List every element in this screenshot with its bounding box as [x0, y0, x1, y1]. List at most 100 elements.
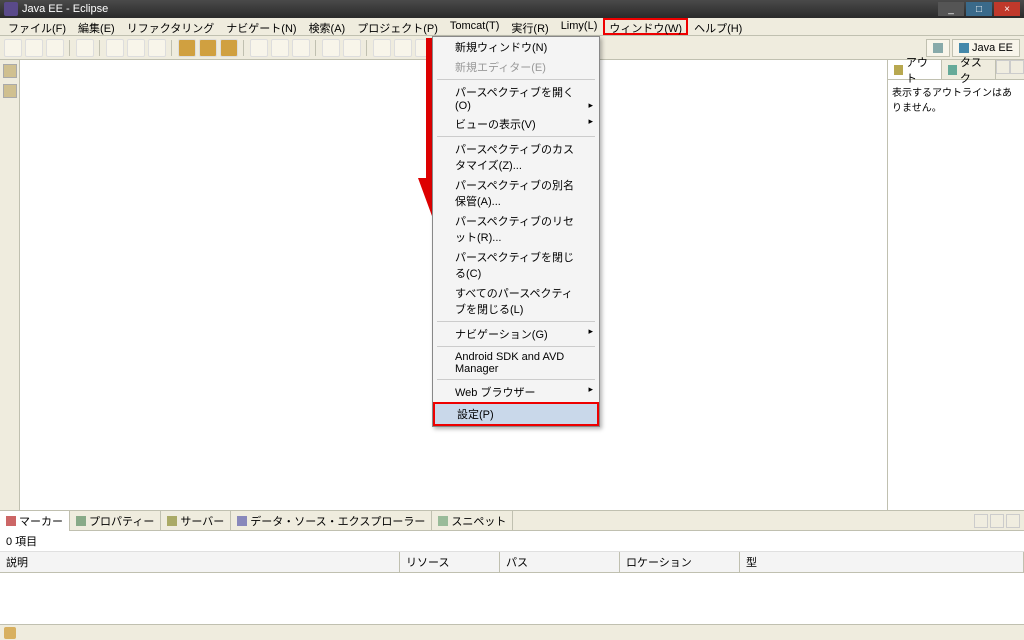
- col-path[interactable]: パス: [500, 552, 620, 572]
- dd-sep: [437, 379, 595, 380]
- tool-save[interactable]: [25, 39, 43, 57]
- tool-sep: [315, 40, 317, 56]
- tab-datasource[interactable]: データ・ソース・エクスプローラー: [231, 511, 432, 531]
- dd-show-view[interactable]: ビューの表示(V): [433, 114, 599, 134]
- tab-markers-label: マーカー: [19, 513, 63, 529]
- tool-saveall[interactable]: [46, 39, 64, 57]
- menu-help[interactable]: ヘルプ(H): [688, 18, 748, 35]
- menu-navigate[interactable]: ナビゲート(N): [220, 18, 302, 35]
- window-title: Java EE - Eclipse: [22, 3, 108, 15]
- dd-android-sdk[interactable]: Android SDK and AVD Manager: [433, 349, 599, 377]
- minimize-button[interactable]: _: [938, 2, 964, 16]
- bottom-panel: マーカー プロパティー サーバー データ・ソース・エクスプローラー スニペット …: [0, 510, 1024, 624]
- tool-new[interactable]: [4, 39, 22, 57]
- col-resource[interactable]: リソース: [400, 552, 500, 572]
- tool-open-type[interactable]: [394, 39, 412, 57]
- javaee-icon: [959, 43, 969, 53]
- menu-file[interactable]: ファイル(F): [2, 18, 72, 35]
- outline-body: 表示するアウトラインはありません。: [888, 80, 1024, 118]
- dd-reset-perspective[interactable]: パースペクティブのリセット(R)...: [433, 211, 599, 247]
- col-description[interactable]: 説明: [0, 552, 400, 572]
- menu-tomcat[interactable]: Tomcat(T): [444, 18, 506, 35]
- col-type[interactable]: 型: [740, 552, 1024, 572]
- menu-search[interactable]: 検索(A): [303, 18, 352, 35]
- min-bottom-button[interactable]: [990, 514, 1004, 528]
- markers-icon: [6, 516, 16, 526]
- menu-window[interactable]: ウィンドウ(W): [603, 18, 688, 35]
- navigator-icon[interactable]: [3, 84, 17, 98]
- tool-sep: [69, 40, 71, 56]
- dd-navigation[interactable]: ナビゲーション(G): [433, 324, 599, 344]
- perspective-label: Java EE: [972, 42, 1013, 54]
- servers-icon: [167, 516, 177, 526]
- window-dropdown: 新規ウィンドウ(N) 新規エディター(E) パースペクティブを開く(O) ビュー…: [432, 36, 600, 427]
- tool-tomcat-start[interactable]: [178, 39, 196, 57]
- dd-customize-perspective[interactable]: パースペクティブのカスタマイズ(Z)...: [433, 139, 599, 175]
- menu-project[interactable]: プロジェクト(P): [351, 18, 444, 35]
- tab-tasks[interactable]: タスク: [942, 60, 996, 79]
- tool-run[interactable]: [271, 39, 289, 57]
- perspective-icon: [933, 43, 943, 53]
- tool-search[interactable]: [373, 39, 391, 57]
- tool-android1[interactable]: [106, 39, 124, 57]
- tool-tomcat-restart[interactable]: [220, 39, 238, 57]
- max-bottom-button[interactable]: [1006, 514, 1020, 528]
- titlebar: Java EE - Eclipse _ □ ×: [0, 0, 1024, 18]
- marker-count: 0 項目: [0, 531, 1024, 552]
- tool-newclass[interactable]: [343, 39, 361, 57]
- tool-tomcat-stop[interactable]: [199, 39, 217, 57]
- tool-sep: [99, 40, 101, 56]
- close-button[interactable]: ×: [994, 2, 1020, 16]
- tab-servers-label: サーバー: [180, 513, 224, 529]
- tool-debug[interactable]: [250, 39, 268, 57]
- tasks-icon: [948, 65, 957, 75]
- dd-close-all-perspectives[interactable]: すべてのパースペクティブを閉じる(L): [433, 283, 599, 319]
- datasource-icon: [237, 516, 247, 526]
- marker-headers: 説明 リソース パス ロケーション 型: [0, 552, 1024, 573]
- tool-open-task[interactable]: [415, 39, 433, 57]
- tab-servers[interactable]: サーバー: [161, 511, 231, 531]
- dd-sep: [437, 136, 595, 137]
- right-panel: アウト タスク 表示するアウトラインはありません。: [888, 60, 1024, 510]
- tool-android3[interactable]: [148, 39, 166, 57]
- col-location[interactable]: ロケーション: [620, 552, 740, 572]
- menu-run[interactable]: 実行(R): [505, 18, 554, 35]
- dd-open-perspective[interactable]: パースペクティブを開く(O): [433, 82, 599, 114]
- max-view-button[interactable]: [1010, 60, 1024, 74]
- view-menu-button[interactable]: [974, 514, 988, 528]
- tool-newpkg[interactable]: [322, 39, 340, 57]
- marker-body-empty: [0, 573, 1024, 624]
- tab-markers[interactable]: マーカー: [0, 511, 70, 531]
- left-sidebar: [0, 60, 20, 510]
- menu-limy[interactable]: Limy(L): [555, 18, 604, 35]
- tab-datasource-label: データ・ソース・エクスプローラー: [250, 513, 425, 529]
- menu-refactor[interactable]: リファクタリング: [121, 18, 221, 35]
- dd-sep: [437, 79, 595, 80]
- tab-properties-label: プロパティー: [89, 513, 154, 529]
- properties-icon: [76, 516, 86, 526]
- status-icon: [4, 627, 16, 639]
- tool-sep: [366, 40, 368, 56]
- dd-sep: [437, 346, 595, 347]
- dd-new-window[interactable]: 新規ウィンドウ(N): [433, 37, 599, 57]
- dd-web-browser[interactable]: Web ブラウザー: [433, 382, 599, 402]
- tool-sep: [243, 40, 245, 56]
- tab-outline-label: アウト: [906, 54, 935, 86]
- tool-android2[interactable]: [127, 39, 145, 57]
- dd-save-perspective[interactable]: パースペクティブの別名保管(A)...: [433, 175, 599, 211]
- dd-preferences[interactable]: 設定(P): [435, 404, 597, 424]
- tab-tasks-label: タスク: [960, 54, 989, 86]
- eclipse-icon: [4, 2, 18, 16]
- tool-sep: [171, 40, 173, 56]
- menu-edit[interactable]: 編集(E): [72, 18, 121, 35]
- tab-outline[interactable]: アウト: [888, 60, 942, 79]
- dd-close-perspective[interactable]: パースペクティブを閉じる(C): [433, 247, 599, 283]
- tab-snippets[interactable]: スニペット: [432, 511, 513, 531]
- maximize-button[interactable]: □: [966, 2, 992, 16]
- tool-runlast[interactable]: [292, 39, 310, 57]
- min-view-button[interactable]: [996, 60, 1010, 74]
- project-explorer-icon[interactable]: [3, 64, 17, 78]
- tab-properties[interactable]: プロパティー: [70, 511, 161, 531]
- snippets-icon: [438, 516, 448, 526]
- tool-print[interactable]: [76, 39, 94, 57]
